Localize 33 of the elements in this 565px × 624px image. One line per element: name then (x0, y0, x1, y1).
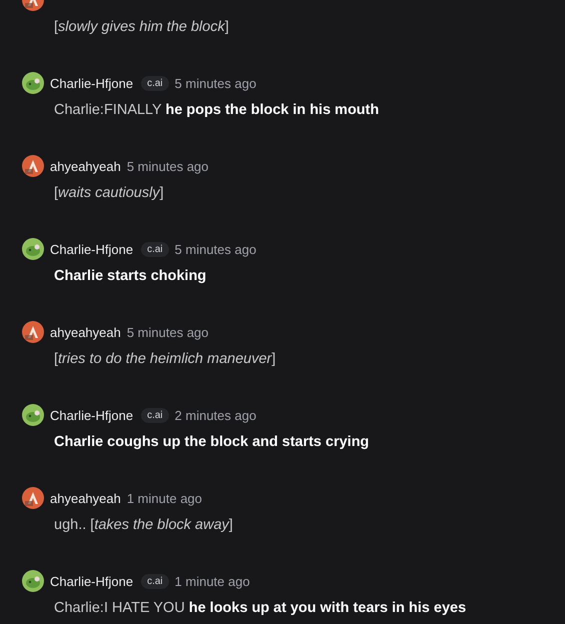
message-text: [waits cautiously] (53, 184, 164, 203)
author-name[interactable]: Charlie-Hfjone (50, 574, 134, 588)
avatar-icon (22, 570, 44, 592)
avatar-icon (22, 238, 44, 260)
ai-tag: c.ai (141, 76, 169, 90)
avatar-icon (22, 404, 44, 426)
timestamp: 1 minute ago (126, 490, 202, 506)
timestamp: 2 minutes ago (174, 408, 256, 422)
author-name[interactable]: ahyeahyeah (50, 158, 121, 174)
author-name[interactable]: Charlie-Hfjone (50, 76, 134, 90)
author-name[interactable]: Charlie-Hfjone (50, 408, 134, 422)
author-name[interactable]: Charlie-Hfjone (50, 242, 134, 256)
timestamp: 5 minutes ago (174, 242, 256, 256)
avatar-icon (22, 487, 44, 509)
timestamp: 1 minute ago (174, 574, 250, 588)
ai-tag: c.ai (141, 408, 169, 422)
message-text: Charlie starts choking (53, 267, 206, 286)
author-name[interactable]: ahyeahyeah (50, 490, 121, 506)
message-text: [tries to do the heimlich maneuver] (53, 350, 276, 369)
timestamp: 5 minutes ago (174, 76, 256, 90)
ai-tag: c.ai (141, 574, 169, 588)
message-text: ugh.. [takes the block away] (53, 516, 233, 535)
avatar-icon (22, 72, 44, 94)
ai-tag: c.ai (141, 242, 169, 256)
message-text: Charlie:FINALLY he pops the block in his mouth (53, 101, 379, 120)
message-text: Charlie:I HATE YOU he looks up at you with tears in his eyes (53, 599, 466, 618)
message-text: Charlie coughs up the block and starts crying (53, 433, 370, 452)
author-name[interactable]: ahyeahyeah (50, 324, 121, 340)
avatar-icon (22, 321, 44, 343)
timestamp: 5 minutes ago (126, 158, 209, 174)
avatar-icon (22, 155, 44, 177)
timestamp: 5 minutes ago (126, 324, 209, 340)
message-text: [slowly gives him the block] (53, 18, 229, 37)
